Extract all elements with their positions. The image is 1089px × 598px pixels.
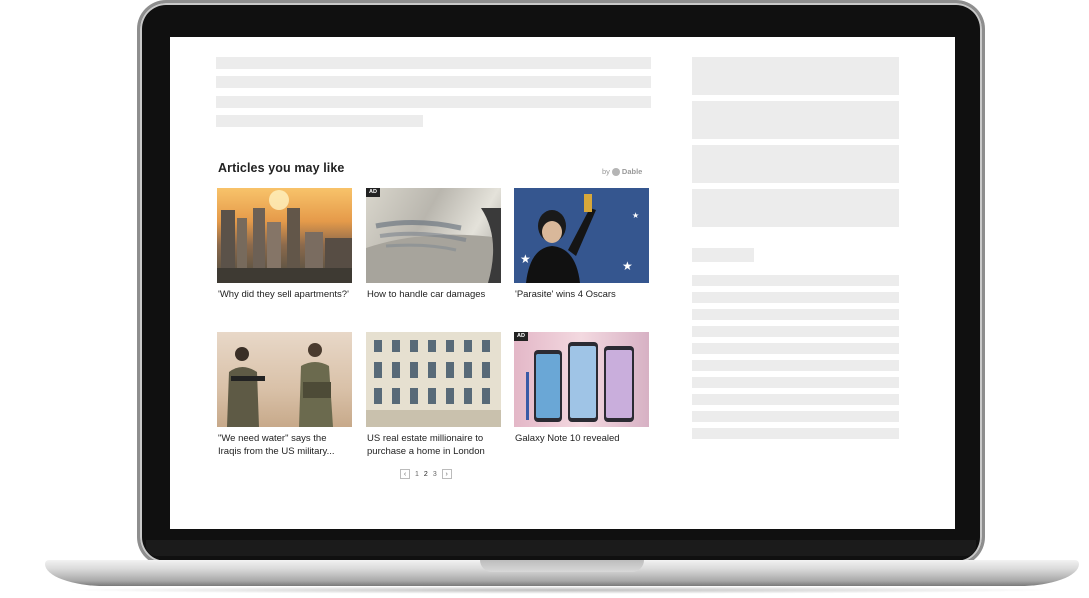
car-scratch-photo[interactable]: AD [366,188,501,283]
dable-logo-icon [611,167,620,176]
svg-text:★: ★ [622,259,633,273]
laptop-shadow [60,586,1064,594]
oscar-winner-illustration: ★ ★ ★ [514,188,649,283]
city-skyline-illustration [217,190,352,283]
city-skyline-photo[interactable] [217,188,352,283]
laptop-bezel [146,540,976,556]
building-photo[interactable] [366,332,501,427]
sidebar-placeholder-block [692,145,899,183]
oscar-winner-photo[interactable]: ★ ★ ★ [514,188,649,283]
placeholder-line [216,96,651,108]
ad-badge: AD [366,188,380,197]
sidebar-placeholder-line [692,309,899,320]
sidebar-placeholder-heading [692,248,754,262]
placeholder-line [216,76,651,88]
soldiers-photo[interactable] [217,332,352,427]
article-card[interactable]: "We need water" says the Iraqis from the… [217,332,352,458]
sidebar-placeholder-line [692,275,899,286]
article-caption[interactable]: US real estate millionaire to purchase a… [366,432,501,458]
pagination: ‹ 1 2 3 › [400,469,452,479]
sidebar-placeholder-block [692,101,899,139]
article-caption[interactable]: Galaxy Note 10 revealed [514,432,649,445]
smartphones-illustration [526,342,634,422]
placeholder-line [216,115,423,127]
article-card[interactable]: AD How to handle car damages [366,188,501,301]
sidebar-placeholder-block [692,189,899,227]
sidebar-placeholder-block [692,57,899,95]
article-caption[interactable]: 'Why did they sell apartments?' [217,288,352,301]
article-caption[interactable]: How to handle car damages [366,288,501,301]
soldiers-illustration [227,343,333,427]
article-card[interactable]: US real estate millionaire to purchase a… [366,332,501,458]
brand-name: Dable [621,167,643,176]
sidebar-placeholder-line [692,377,899,388]
laptop-notch [480,560,644,572]
sidebar-placeholder-line [692,428,899,439]
sidebar-placeholder-line [692,394,899,405]
prev-page-button[interactable]: ‹ [400,469,410,479]
page-3[interactable]: 3 [433,471,437,478]
sidebar-placeholder-line [692,292,899,303]
svg-text:★: ★ [632,211,639,220]
widget-title: Articles you may like [218,161,345,175]
page-1[interactable]: 1 [415,471,419,478]
next-page-button[interactable]: › [441,469,452,479]
article-caption[interactable]: 'Parasite' wins 4 Oscars [514,288,649,301]
svg-text:★: ★ [520,252,531,266]
smartphones-photo[interactable]: AD [514,332,649,427]
car-scratch-illustration [366,208,501,283]
brand-prefix: by [602,167,610,176]
ad-badge: AD [514,332,528,341]
browser-screen: Articles you may like by Dable 'Why did … [170,37,955,529]
sidebar-placeholder-line [692,360,899,371]
building-illustration [366,332,501,427]
sidebar-placeholder-line [692,343,899,354]
article-card[interactable]: ★ ★ ★ 'Parasite' wins 4 Oscars [514,188,649,301]
sidebar-placeholder-line [692,326,899,337]
page-2[interactable]: 2 [424,471,428,478]
dable-branding[interactable]: by Dable [602,167,642,176]
article-caption[interactable]: "We need water" says the Iraqis from the… [217,432,352,458]
article-card[interactable]: AD Galaxy Note 10 revealed [514,332,649,445]
placeholder-line [216,57,651,69]
sidebar-placeholder-line [692,411,899,422]
article-card[interactable]: 'Why did they sell apartments?' [217,188,352,301]
